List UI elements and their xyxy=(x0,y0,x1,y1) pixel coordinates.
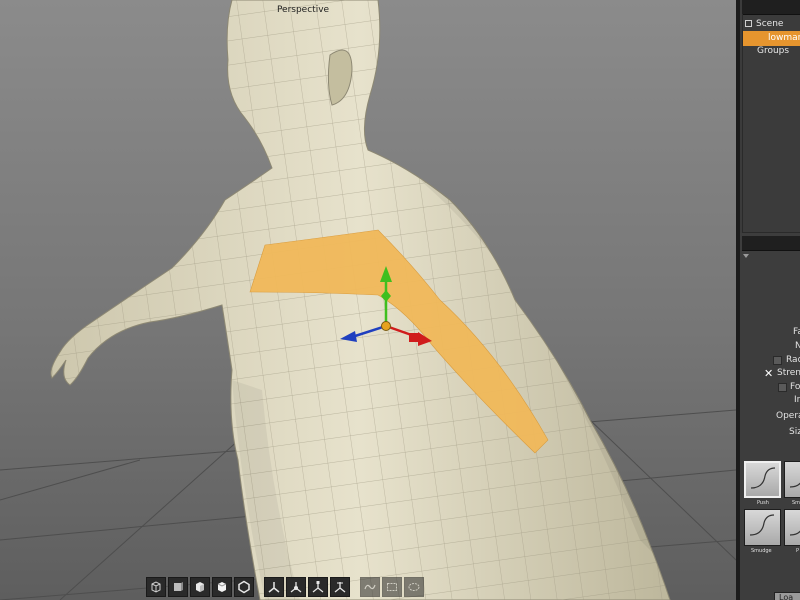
universal-axis-icon[interactable] xyxy=(330,577,350,597)
falloff-curve-icon xyxy=(789,482,800,488)
property-label-n: N xyxy=(795,341,800,351)
scale-axis-icon[interactable] xyxy=(308,577,328,597)
3d-viewport[interactable]: Perspective xyxy=(0,0,736,600)
tool-properties-panel: Fa N Rad ✕ Stren Fo In Operat Siz Push S… xyxy=(740,236,800,600)
outliner-panel: Scene lowman Groups xyxy=(740,0,800,233)
app-window: Perspective Scene lowman Groups F N Ra ✕… xyxy=(0,0,800,600)
brush-label-smooth: Sm xyxy=(792,500,800,506)
viewport-label: Perspective xyxy=(276,5,330,15)
tree-item-lowman[interactable]: lowman xyxy=(743,31,800,46)
tree-item-scene[interactable]: Scene xyxy=(745,19,783,29)
property-label-size: Siz xyxy=(789,427,800,437)
brush-push[interactable] xyxy=(744,461,781,498)
right-panel: Scene lowman Groups Fa N Rad ✕ Stren Fo … xyxy=(740,0,800,600)
focus-checkbox[interactable] xyxy=(778,383,787,392)
marquee-select-icon[interactable] xyxy=(382,577,402,597)
character-mesh xyxy=(50,0,671,600)
perspective-camera-icon[interactable] xyxy=(146,577,166,597)
strength-checkbox-checked[interactable]: ✕ xyxy=(764,368,773,379)
frame-object-icon[interactable] xyxy=(234,577,254,597)
property-label-operation: Operat xyxy=(776,411,800,421)
front-view-icon[interactable] xyxy=(168,577,188,597)
side-view-icon[interactable] xyxy=(190,577,210,597)
radius-checkbox[interactable] xyxy=(773,356,782,365)
property-label-strength: Stren xyxy=(777,368,800,378)
viewport-scene[interactable] xyxy=(0,0,736,600)
falloff-curve-icon xyxy=(789,530,800,536)
translate-axis-icon[interactable] xyxy=(264,577,284,597)
property-label-radius: Rad xyxy=(786,355,800,365)
top-view-icon[interactable] xyxy=(212,577,232,597)
outliner-header xyxy=(742,0,800,15)
brush-smudge[interactable] xyxy=(744,509,781,546)
expand-arrow-icon[interactable] xyxy=(743,254,749,258)
property-label-invert: In xyxy=(794,395,800,405)
brush-label-push: Push xyxy=(757,500,769,506)
tree-item-label: Scene xyxy=(756,19,784,29)
collapse-toggle-icon[interactable] xyxy=(745,20,752,27)
brush-pinch[interactable] xyxy=(784,509,800,546)
property-label-falloff: Fa xyxy=(793,327,800,337)
falloff-curve-icon xyxy=(750,467,776,489)
property-label-focus: Fo xyxy=(790,382,800,392)
rotate-axis-icon[interactable] xyxy=(286,577,306,597)
tree-item-groups[interactable]: Groups xyxy=(757,46,789,56)
brush-label-pinch: P xyxy=(796,548,800,554)
load-button[interactable]: Loa xyxy=(774,592,800,600)
brush-label-smudge: Smudge xyxy=(751,548,772,554)
ellipse-select-icon[interactable] xyxy=(404,577,424,597)
lasso-select-icon[interactable] xyxy=(360,577,380,597)
brush-smooth[interactable] xyxy=(784,461,800,498)
viewport-toolbar xyxy=(146,577,424,600)
falloff-curve-icon xyxy=(749,514,775,536)
tool-properties-header xyxy=(742,236,800,251)
